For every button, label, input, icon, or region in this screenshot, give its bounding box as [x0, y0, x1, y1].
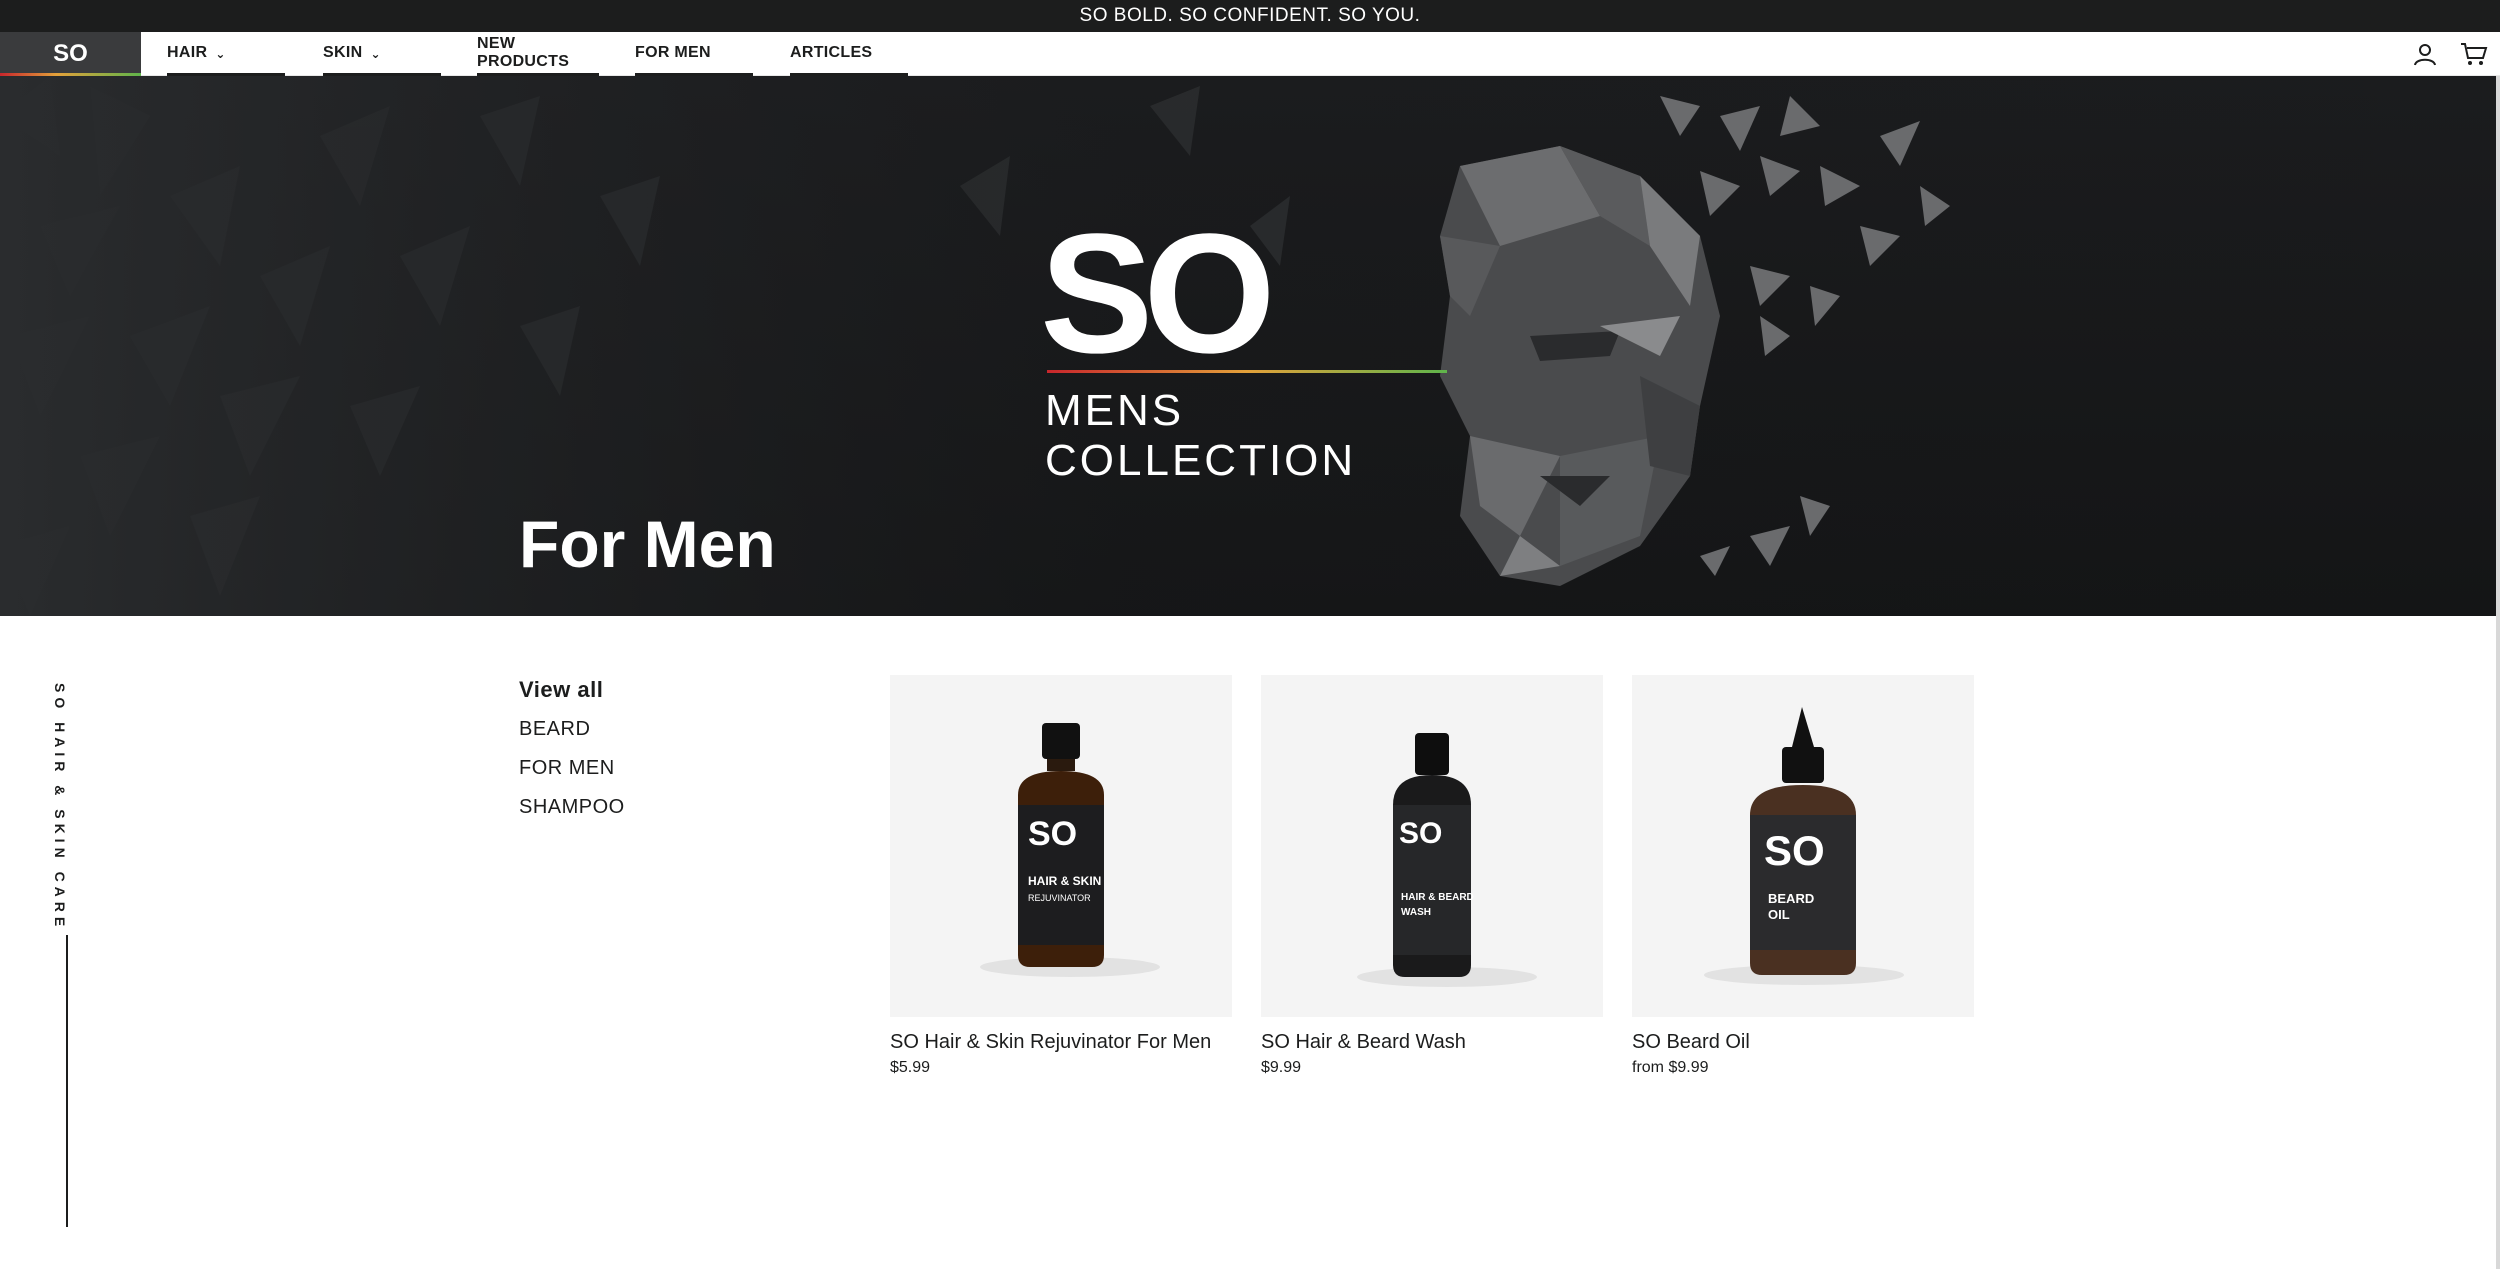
filter-shampoo[interactable]: SHAMPOO — [519, 793, 625, 832]
product-title[interactable]: SO Beard Oil — [1632, 1029, 1974, 1055]
nav-item-label: NEW PRODUCTS — [477, 34, 570, 70]
bottle-sub-text: OIL — [1768, 907, 1790, 922]
product-card[interactable]: SO HAIR & SKIN REJUVINATOR SO Hair & Ski… — [890, 675, 1232, 1077]
bottle-label-text: HAIR & BEARD — [1401, 892, 1474, 903]
hero-brand-mark: SO — [1040, 199, 1276, 389]
product-price: $9.99 — [1261, 1059, 1302, 1076]
bottle-amber-icon: SO HAIR & SKIN REJUVINATOR — [980, 723, 1160, 977]
side-brand-label: SO HAIR & SKIN CARE — [52, 683, 68, 932]
bottle-sub-text: REJUVINATOR — [1028, 893, 1091, 903]
nav-item-label: ARTICLES — [790, 43, 873, 61]
bottle-label-text: HAIR & SKIN — [1028, 874, 1101, 888]
product-title[interactable]: SO Hair & Skin Rejuvinator For Men — [890, 1029, 1232, 1055]
chevron-down-icon: ⌄ — [215, 46, 226, 61]
product-image[interactable]: SO HAIR & BEARD WASH — [1261, 675, 1603, 1017]
nav-item-articles[interactable]: ARTICLES — [790, 32, 908, 76]
side-divider-line — [66, 935, 68, 1227]
bottle-sub-text: WASH — [1401, 907, 1431, 918]
nav-item-hair[interactable]: HAIR ⌄ — [167, 32, 285, 76]
hero-accent-line — [1047, 370, 1447, 373]
bottle-dropper-icon: SO BEARD OIL — [1704, 707, 1904, 985]
bottle-label-text: BEARD — [1768, 891, 1814, 906]
product-card[interactable]: SO HAIR & BEARD WASH SO Hair & Beard Was… — [1261, 675, 1603, 1077]
chevron-down-icon: ⌄ — [370, 46, 381, 61]
bottle-brand-text: SO — [1028, 815, 1077, 853]
page-title: For Men — [519, 507, 776, 581]
logo-text: SO — [53, 40, 88, 67]
cart-icon[interactable] — [2460, 41, 2488, 67]
product-image[interactable]: SO HAIR & SKIN REJUVINATOR — [890, 675, 1232, 1017]
nav-item-label: HAIR — [167, 43, 208, 61]
product-price: from $9.99 — [1632, 1059, 1709, 1076]
bottle-brand-text: SO — [1764, 827, 1825, 874]
hero-subtitle: MENS COLLECTION — [1045, 386, 1357, 485]
filter-view-all[interactable]: View all — [519, 676, 625, 715]
filter-for-men[interactable]: FOR MEN — [519, 754, 625, 793]
nav-item-label: FOR MEN — [635, 43, 711, 61]
collection-hero: SO MENS COLLECTION For Men — [0, 76, 2496, 616]
nav-item-skin[interactable]: SKIN ⌄ — [323, 32, 441, 76]
page-scrollbar[interactable] — [2496, 76, 2500, 1269]
product-image[interactable]: SO BEARD OIL — [1632, 675, 1974, 1017]
collection-filters: View all BEARD FOR MEN SHAMPOO — [519, 676, 625, 832]
announcement-bar: SO BOLD. SO CONFIDENT. SO YOU. — [0, 0, 2500, 32]
nav-item-new-products[interactable]: NEW PRODUCTS — [477, 32, 599, 76]
nav-item-for-men[interactable]: FOR MEN — [635, 32, 753, 76]
site-header: SO HAIR ⌄ SKIN ⌄ NEW PRODUCTS FOR MEN AR… — [0, 32, 2500, 76]
product-card[interactable]: SO BEARD OIL SO Beard Oil from $9.99 — [1632, 675, 1974, 1077]
nav-item-label: SKIN — [323, 43, 363, 61]
filter-beard[interactable]: BEARD — [519, 715, 625, 754]
bottle-brand-text: SO — [1399, 817, 1442, 850]
account-icon[interactable] — [2412, 41, 2438, 67]
announcement-text: SO BOLD. SO CONFIDENT. SO YOU. — [1079, 5, 1421, 26]
site-logo[interactable]: SO — [0, 32, 141, 76]
bottle-dark-icon: SO HAIR & BEARD WASH — [1357, 733, 1537, 987]
product-price: $5.99 — [890, 1059, 931, 1076]
product-title[interactable]: SO Hair & Beard Wash — [1261, 1029, 1603, 1055]
